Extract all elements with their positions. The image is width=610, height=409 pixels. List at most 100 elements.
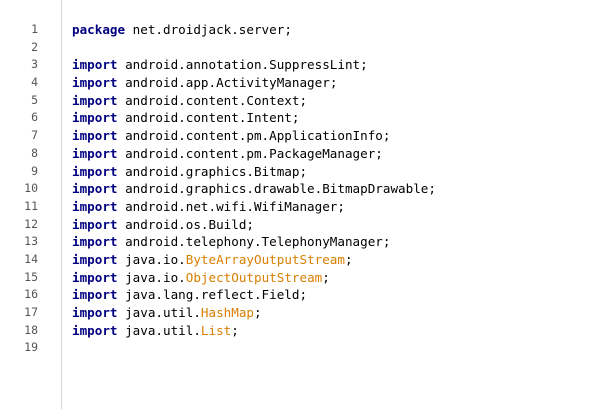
- semicolon-token: ;: [382, 128, 391, 144]
- semicolon-token: ;: [428, 181, 436, 197]
- code-line[interactable]: 10 import android.graphics.drawable.Bitma…: [0, 180, 610, 198]
- keyword-token: import: [72, 57, 118, 73]
- code-line[interactable]: 19: [0, 339, 610, 357]
- line-number: 16: [24, 287, 38, 302]
- line-text: import android.content.pm.ApplicationInf…: [72, 127, 390, 145]
- line-number: 9: [31, 163, 38, 178]
- identifier-token: java.util.: [117, 305, 201, 320]
- code-editor[interactable]: 1 package net.droidjack.server; 2 3 import a…: [0, 0, 610, 409]
- code-line[interactable]: 11 import android.net.wifi.WifiManager;: [0, 198, 610, 216]
- line-number: 15: [24, 269, 38, 284]
- code-line[interactable]: 18 import java.util.List;: [0, 322, 610, 340]
- line-number: 3: [31, 57, 38, 72]
- semicolon-token: ;: [253, 305, 262, 320]
- semicolon-token: ;: [246, 216, 254, 232]
- semicolon-token: ;: [291, 110, 300, 126]
- identifier-token: java.io.: [117, 251, 186, 267]
- semicolon-token: ;: [299, 287, 308, 303]
- identifier-token: android.graphics.Bitmap: [117, 163, 300, 179]
- highlighted-class-token: ByteArrayOutputStream: [185, 251, 345, 267]
- line-text: import android.graphics.drawable.BitmapD…: [72, 180, 436, 198]
- code-line[interactable]: 15 import java.io.ObjectOutputStream;: [0, 269, 610, 287]
- code-line[interactable]: 13 import android.telephony.TelephonyMana…: [0, 233, 610, 251]
- code-line[interactable]: 3 import android.annotation.SuppressLint;: [0, 56, 610, 74]
- line-text: import java.io.ByteArrayOutputStream;: [72, 251, 353, 269]
- line-text: import android.os.Build;: [72, 216, 254, 234]
- keyword-token: import: [72, 75, 118, 91]
- line-text: import android.content.pm.PackageManager…: [72, 145, 383, 163]
- identifier-token: android.content.Context: [117, 92, 300, 108]
- semicolon-token: ;: [337, 198, 345, 214]
- keyword-token: import: [72, 322, 118, 338]
- keyword-token: import: [72, 110, 118, 126]
- identifier-token: java.lang.reflect.Field: [117, 287, 300, 303]
- code-line[interactable]: 2: [0, 39, 610, 57]
- line-number: 12: [24, 216, 38, 231]
- semicolon-token: ;: [299, 92, 308, 108]
- identifier-token: android.content.Intent: [117, 110, 292, 126]
- keyword-token: import: [72, 251, 118, 267]
- code-line[interactable]: 4 import android.app.ActivityManager;: [0, 74, 610, 92]
- identifier-token: android.annotation.SuppressLint: [117, 57, 361, 73]
- line-number: 8: [31, 145, 38, 160]
- keyword-token: import: [72, 92, 118, 108]
- line-text: import android.content.Context;: [72, 92, 307, 110]
- identifier-token: java.io.: [117, 269, 186, 285]
- semicolon-token: ;: [322, 269, 330, 285]
- line-number: 6: [31, 110, 38, 125]
- code-line[interactable]: 1 package net.droidjack.server;: [0, 21, 610, 39]
- line-text: package net.droidjack.server;: [72, 21, 292, 39]
- highlighted-class-token: List: [200, 322, 232, 338]
- line-number: 13: [24, 234, 38, 249]
- keyword-token: import: [72, 181, 118, 197]
- code-line[interactable]: 9 import android.graphics.Bitmap;: [0, 163, 610, 181]
- code-line[interactable]: 7 import android.content.pm.ApplicationIn…: [0, 127, 610, 145]
- keyword-token: package: [72, 22, 126, 37]
- semicolon-token: ;: [231, 322, 239, 338]
- line-text: import java.util.List;: [72, 322, 239, 340]
- code-line[interactable]: 6 import android.content.Intent;: [0, 109, 610, 127]
- keyword-token: import: [72, 145, 118, 161]
- code-line[interactable]: 8 import android.content.pm.PackageManage…: [0, 145, 610, 163]
- code-line[interactable]: 17 import java.util.HashMap;: [0, 304, 610, 322]
- keyword-token: import: [72, 163, 118, 179]
- highlighted-class-token: ObjectOutputStream: [185, 269, 323, 285]
- highlighted-class-token: HashMap: [200, 305, 254, 320]
- line-text: import android.app.ActivityManager;: [72, 74, 337, 92]
- code-line[interactable]: 16 import java.lang.reflect.Field;: [0, 286, 610, 304]
- identifier-token: android.net.wifi.WifiManager: [117, 198, 338, 214]
- line-number: 2: [31, 39, 38, 54]
- identifier-token: java.util.: [117, 322, 201, 338]
- semicolon-token: ;: [284, 22, 292, 37]
- code-area[interactable]: 1 package net.droidjack.server; 2 3 import a…: [0, 21, 610, 357]
- keyword-token: import: [72, 198, 118, 214]
- code-line[interactable]: 12 import android.os.Build;: [0, 216, 610, 234]
- semicolon-token: ;: [329, 75, 338, 91]
- semicolon-token: ;: [360, 57, 368, 73]
- semicolon-token: ;: [344, 251, 353, 267]
- line-text: import android.annotation.SuppressLint;: [72, 56, 368, 74]
- code-line[interactable]: 14 import java.io.ByteArrayOutputStream;: [0, 251, 610, 269]
- semicolon-token: ;: [382, 234, 391, 250]
- line-number: 10: [24, 181, 38, 196]
- line-number: 5: [31, 92, 38, 107]
- identifier-token: android.graphics.drawable.BitmapDrawable: [117, 181, 429, 197]
- line-number: 18: [24, 322, 38, 337]
- keyword-token: import: [72, 287, 118, 303]
- line-text: import android.telephony.TelephonyManage…: [72, 233, 390, 251]
- identifier-token: android.os.Build: [117, 216, 247, 232]
- line-number: 7: [31, 128, 38, 143]
- identifier-token: android.content.pm.ApplicationInfo: [117, 128, 383, 144]
- line-number: 4: [31, 75, 38, 90]
- semicolon-token: ;: [299, 163, 308, 179]
- semicolon-token: ;: [375, 145, 383, 161]
- keyword-token: import: [72, 128, 118, 144]
- keyword-token: import: [72, 234, 118, 250]
- line-text: import android.graphics.Bitmap;: [72, 163, 307, 181]
- line-text: import java.util.HashMap;: [72, 304, 262, 322]
- code-line[interactable]: 5 import android.content.Context;: [0, 92, 610, 110]
- identifier-token: android.telephony.TelephonyManager: [117, 234, 383, 250]
- line-number: 1: [31, 22, 38, 36]
- line-number: 11: [24, 198, 38, 213]
- keyword-token: import: [72, 269, 118, 285]
